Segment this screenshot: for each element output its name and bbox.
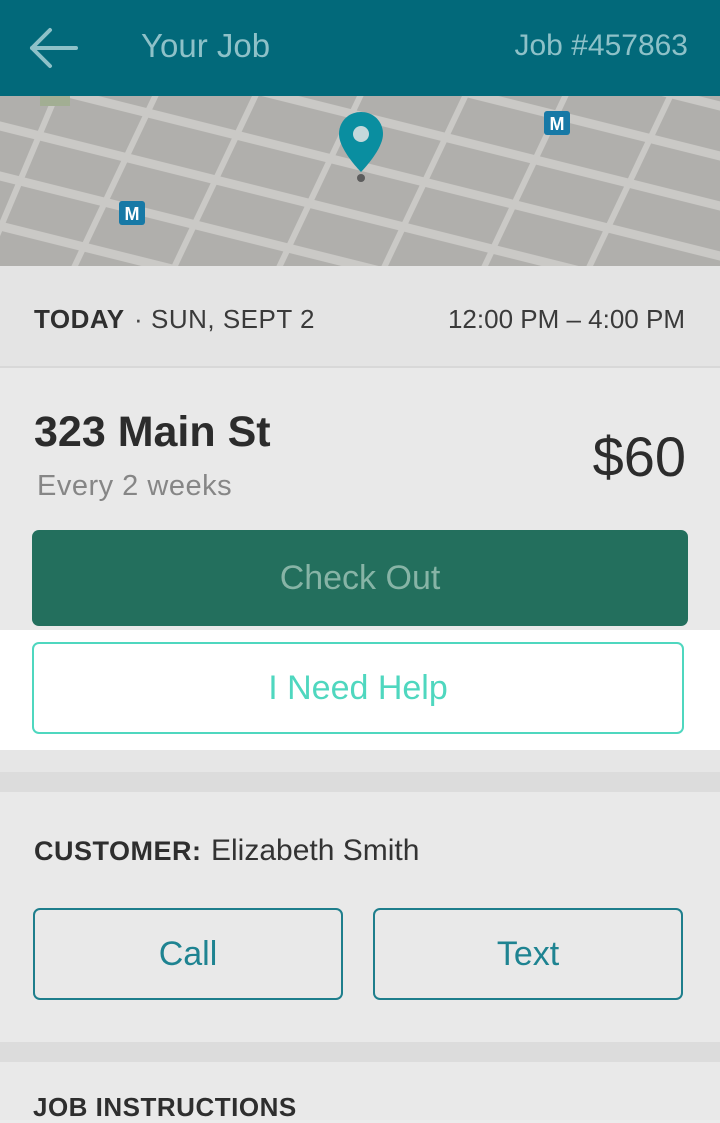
back-button[interactable] [28, 24, 80, 72]
divider [0, 1042, 720, 1062]
call-button[interactable]: Call [33, 908, 343, 1000]
separator: · [134, 304, 143, 334]
job-price: $60 [592, 425, 686, 488]
metro-icon: M [119, 201, 145, 225]
arrow-left-icon [30, 28, 78, 68]
job-date: SUN, SEPT 2 [151, 304, 315, 334]
svg-text:M: M [125, 204, 140, 224]
app-header: Your Job Job #457863 [0, 0, 720, 96]
svg-text:M: M [550, 114, 565, 134]
customer-name: Elizabeth Smith [211, 834, 420, 867]
customer-label: CUSTOMER: [34, 836, 202, 866]
metro-icon: M [544, 111, 570, 135]
job-number: Job #457863 [514, 29, 689, 62]
job-frequency: Every 2 weeks [37, 470, 233, 502]
map-pin-icon[interactable] [336, 110, 386, 184]
job-address: 323 Main St [34, 408, 271, 456]
check-out-button[interactable]: Check Out [32, 530, 688, 626]
need-help-button[interactable]: I Need Help [32, 642, 684, 734]
divider [0, 750, 720, 772]
text-button[interactable]: Text [373, 908, 683, 1000]
time-range: 12:00 PM – 4:00 PM [447, 304, 685, 334]
instructions-label: JOB INSTRUCTIONS [33, 1092, 297, 1122]
job-map[interactable]: M M [0, 96, 720, 266]
page-title: Your Job [141, 27, 271, 64]
day-label: TODAY [34, 304, 125, 334]
divider [0, 772, 720, 792]
